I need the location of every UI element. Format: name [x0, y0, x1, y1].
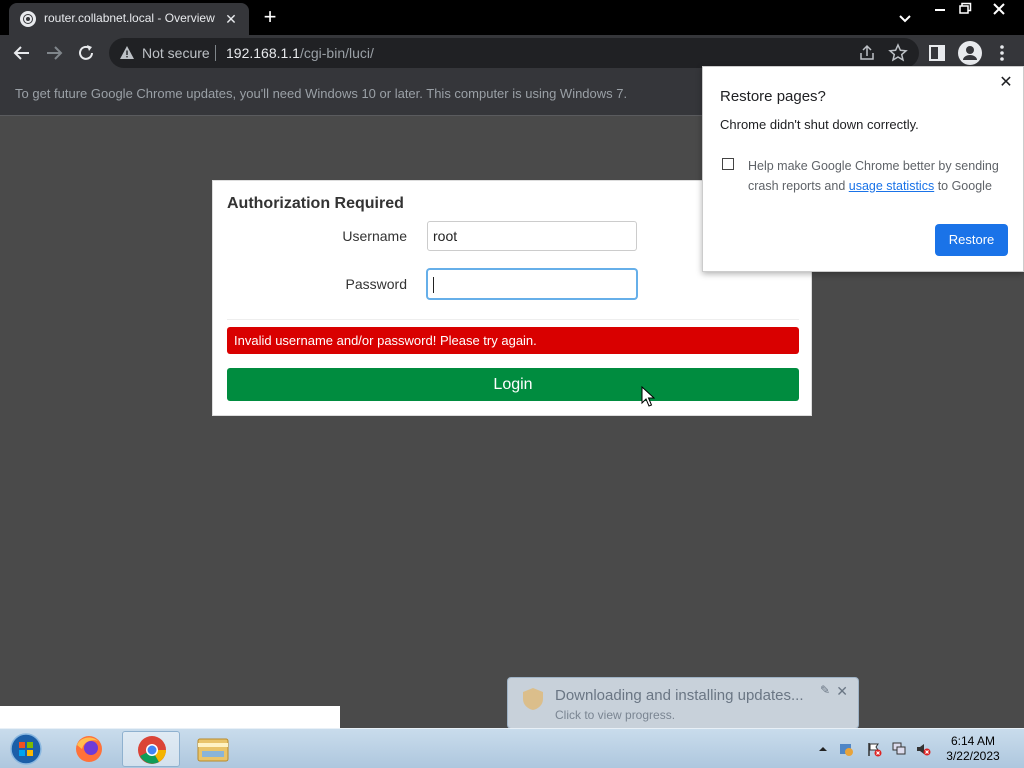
url-path: /cgi-bin/luci/: [299, 45, 374, 61]
side-panel-icon[interactable]: [927, 43, 947, 63]
white-overlay-strip: [0, 706, 340, 728]
restore-pages-dialog: Restore pages? ✕ Chrome didn't shut down…: [702, 66, 1024, 272]
windows-taskbar: 6:14 AM 3/22/2023: [0, 728, 1024, 768]
warning-triangle-icon[interactable]: [119, 45, 135, 66]
crash-report-text-after: to Google: [934, 179, 992, 193]
restore-window-button[interactable]: [951, 0, 979, 18]
browser-tab[interactable]: router.collabnet.local - Overview ✕: [9, 3, 249, 35]
share-icon[interactable]: [857, 43, 877, 63]
windows-update-shield-icon: [520, 686, 546, 712]
error-message: Invalid username and/or password! Please…: [227, 327, 799, 354]
login-heading: Authorization Required: [227, 195, 404, 212]
usage-statistics-link[interactable]: usage statistics: [849, 179, 934, 193]
password-input[interactable]: [427, 269, 637, 299]
show-hidden-icons-arrow-icon[interactable]: [815, 741, 831, 757]
bookmark-star-icon[interactable]: [888, 43, 908, 63]
balloon-subtitle: Click to view progress.: [555, 708, 676, 722]
start-orb-icon[interactable]: [6, 731, 46, 767]
new-tab-button[interactable]: +: [258, 6, 282, 30]
url-text[interactable]: 192.168.1.1/cgi-bin/luci/: [226, 45, 374, 61]
firefox-taskbar-icon[interactable]: [60, 731, 118, 767]
balloon-title: Downloading and installing updates...: [555, 687, 804, 704]
volume-muted-icon[interactable]: [915, 741, 931, 757]
back-arrow-icon[interactable]: [10, 41, 34, 65]
profile-avatar-icon[interactable]: [958, 41, 982, 65]
password-label: Password: [345, 276, 407, 292]
login-button[interactable]: Login: [227, 368, 799, 401]
system-clock[interactable]: 6:14 AM 3/22/2023: [938, 734, 1008, 764]
reload-icon[interactable]: [74, 41, 98, 65]
crash-report-checkbox[interactable]: [722, 158, 734, 170]
clock-time: 6:14 AM: [950, 734, 996, 748]
username-label: Username: [342, 228, 407, 244]
file-explorer-taskbar-icon[interactable]: [184, 731, 242, 767]
action-center-flag-icon[interactable]: [866, 741, 882, 757]
chrome-taskbar-icon[interactable]: [122, 731, 180, 767]
tab-title: router.collabnet.local - Overview: [44, 11, 215, 25]
tab-close-icon[interactable]: ✕: [221, 9, 241, 29]
form-divider: [227, 319, 799, 320]
update-notification-balloon[interactable]: Downloading and installing updates... Cl…: [507, 677, 859, 729]
router-favicon-icon: [20, 11, 36, 27]
close-icon[interactable]: ✕: [997, 74, 1015, 92]
restore-button[interactable]: Restore: [935, 224, 1008, 256]
forward-arrow-icon[interactable]: [42, 41, 66, 65]
restore-message: Chrome didn't shut down correctly.: [720, 117, 919, 132]
more-menu-icon[interactable]: [992, 43, 1012, 63]
close-window-button[interactable]: [985, 0, 1013, 18]
not-secure-label[interactable]: Not secure: [142, 45, 210, 61]
infobar-text: To get future Google Chrome updates, you…: [15, 86, 628, 101]
tab-search-chevron-icon[interactable]: [895, 8, 915, 28]
wrench-icon: ✎: [819, 683, 830, 697]
restore-title: Restore pages?: [720, 88, 826, 105]
address-bar[interactable]: Not secure 192.168.1.1/cgi-bin/luci/: [109, 38, 919, 68]
omnibox-separator: [215, 45, 216, 61]
minimize-button[interactable]: [926, 0, 954, 18]
network-icon[interactable]: [891, 741, 907, 757]
windows-update-tray-icon[interactable]: [838, 741, 854, 757]
url-host: 192.168.1.1: [226, 45, 300, 61]
balloon-close-icon[interactable]: ✕: [836, 683, 848, 700]
crash-report-label: Help make Google Chrome better by sendin…: [748, 156, 1008, 196]
clock-date: 3/22/2023: [946, 749, 1000, 763]
text-caret: [433, 277, 434, 294]
mouse-pointer-icon: [641, 385, 656, 408]
username-input[interactable]: [427, 221, 637, 251]
tab-strip: router.collabnet.local - Overview ✕ +: [0, 0, 1024, 35]
